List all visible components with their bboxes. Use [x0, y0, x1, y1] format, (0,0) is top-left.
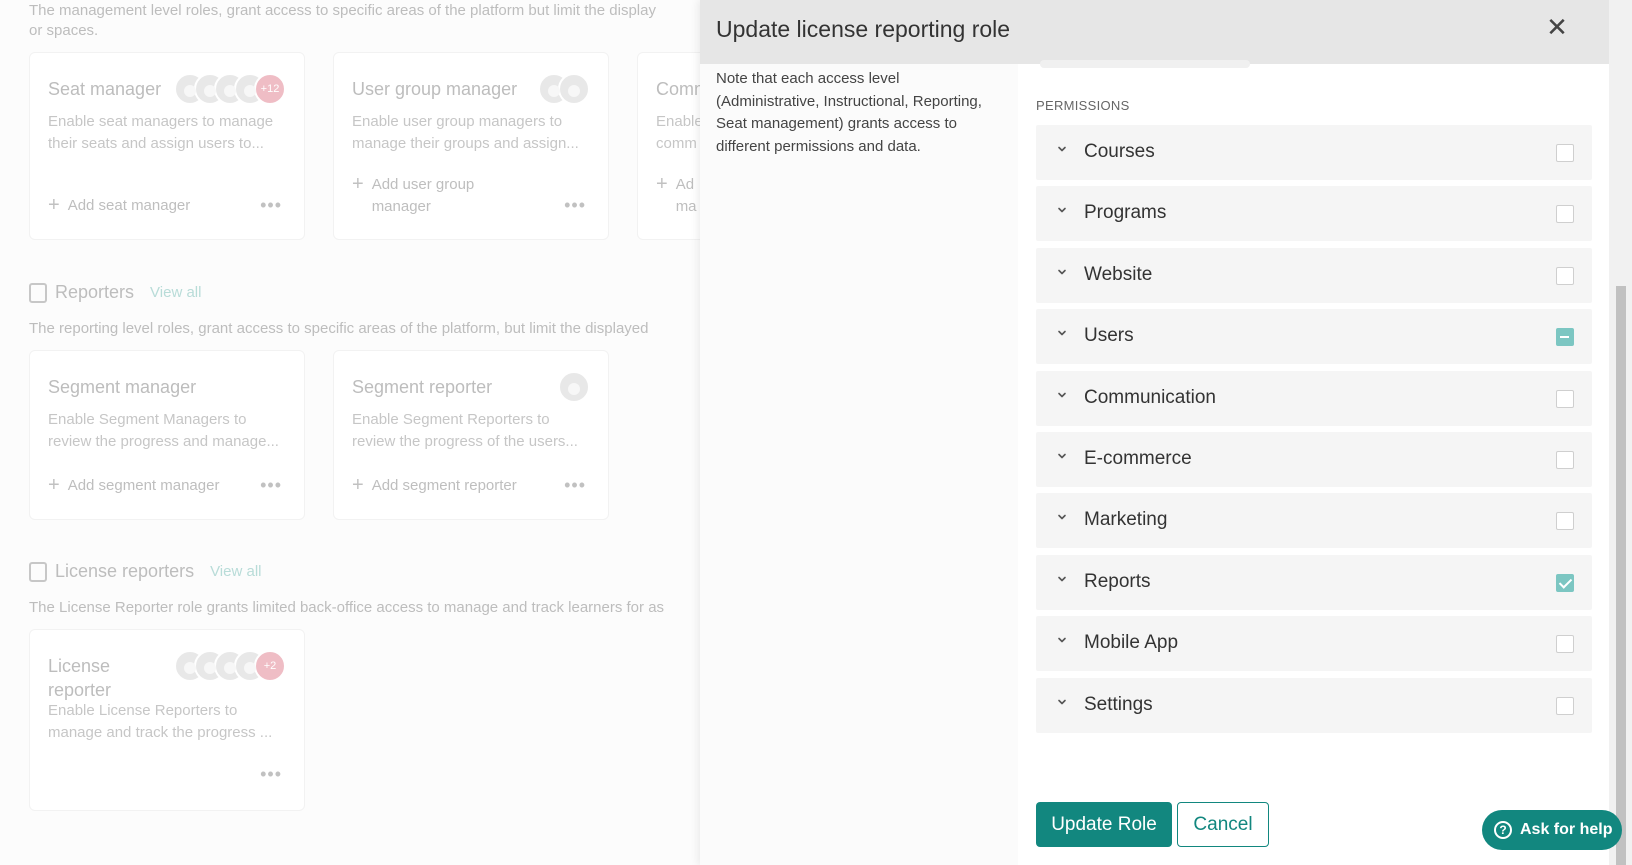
permission-row-website[interactable]: Website: [1036, 247, 1592, 303]
update-role-modal: Update license reporting role ✕ Note tha…: [700, 0, 1609, 865]
help-label: Ask for help: [1520, 821, 1613, 838]
permission-checkbox[interactable]: [1556, 635, 1574, 654]
permission-checkbox[interactable]: [1556, 512, 1574, 531]
permission-label: Marketing: [1084, 509, 1168, 531]
chevron-down-icon[interactable]: [1056, 696, 1068, 708]
permission-checkbox[interactable]: [1556, 144, 1574, 162]
ask-for-help-button[interactable]: ? Ask for help: [1482, 810, 1622, 850]
permission-label: E-commerce: [1084, 448, 1192, 469]
permission-checkbox[interactable]: [1556, 696, 1574, 715]
permission-checkbox[interactable]: [1556, 573, 1574, 592]
permission-row-marketing[interactable]: Marketing: [1036, 493, 1592, 549]
permission-row-courses[interactable]: Courses: [1036, 125, 1592, 180]
access-level-note: Note that each access level (Administrat…: [716, 70, 982, 155]
chevron-down-icon[interactable]: [1056, 266, 1068, 278]
scrollbar-thumb[interactable]: [1616, 286, 1626, 865]
field-remnant: [1040, 60, 1250, 68]
permission-row-e-commerce[interactable]: E-commerce: [1036, 432, 1592, 487]
permissions-panel: PERMISSIONS Courses Programs Website Users C…: [1018, 60, 1609, 865]
permission-checkbox[interactable]: [1556, 266, 1574, 285]
permissions-heading: PERMISSIONS: [1036, 98, 1130, 113]
update-role-button[interactable]: Update Role: [1036, 802, 1172, 847]
chevron-down-icon[interactable]: [1056, 511, 1068, 523]
cancel-button[interactable]: Cancel: [1177, 802, 1269, 847]
chevron-down-icon[interactable]: [1056, 450, 1068, 462]
permission-checkbox[interactable]: [1556, 389, 1574, 408]
modal-header: Update license reporting role ✕: [700, 0, 1609, 64]
close-icon[interactable]: ✕: [1543, 14, 1571, 42]
permission-row-programs[interactable]: Programs: [1036, 186, 1592, 242]
permission-label: Settings: [1084, 693, 1153, 715]
permission-row-communication[interactable]: Communication: [1036, 370, 1592, 426]
permission-label: Courses: [1084, 141, 1155, 162]
modal-title: Update license reporting role: [716, 16, 1011, 42]
chevron-down-icon[interactable]: [1056, 634, 1068, 646]
permission-label: Communication: [1084, 386, 1216, 408]
permission-row-settings[interactable]: Settings: [1036, 677, 1592, 733]
permission-row-users[interactable]: Users: [1036, 309, 1592, 365]
chevron-down-icon[interactable]: [1056, 143, 1068, 155]
scrollbar[interactable]: [1609, 0, 1632, 865]
modal-backdrop[interactable]: [0, 0, 700, 865]
permission-row-mobile-app[interactable]: Mobile App: [1036, 616, 1592, 672]
permission-label: Programs: [1084, 202, 1167, 224]
permission-label: Website: [1084, 263, 1153, 285]
chevron-down-icon[interactable]: [1056, 389, 1068, 401]
chevron-down-icon[interactable]: [1056, 573, 1068, 585]
permission-checkbox[interactable]: [1556, 205, 1574, 224]
permission-checkbox[interactable]: [1556, 328, 1574, 347]
permission-label: Mobile App: [1084, 632, 1179, 654]
chevron-down-icon[interactable]: [1056, 204, 1068, 216]
permission-row-reports[interactable]: Reports: [1036, 554, 1592, 610]
permission-label: Reports: [1084, 570, 1151, 592]
permission-checkbox[interactable]: [1556, 451, 1574, 469]
chevron-down-icon[interactable]: [1056, 327, 1068, 339]
note-column: Note that each access level (Administrat…: [700, 64, 1018, 865]
help-icon: ?: [1494, 821, 1512, 839]
permission-label: Users: [1084, 325, 1134, 347]
